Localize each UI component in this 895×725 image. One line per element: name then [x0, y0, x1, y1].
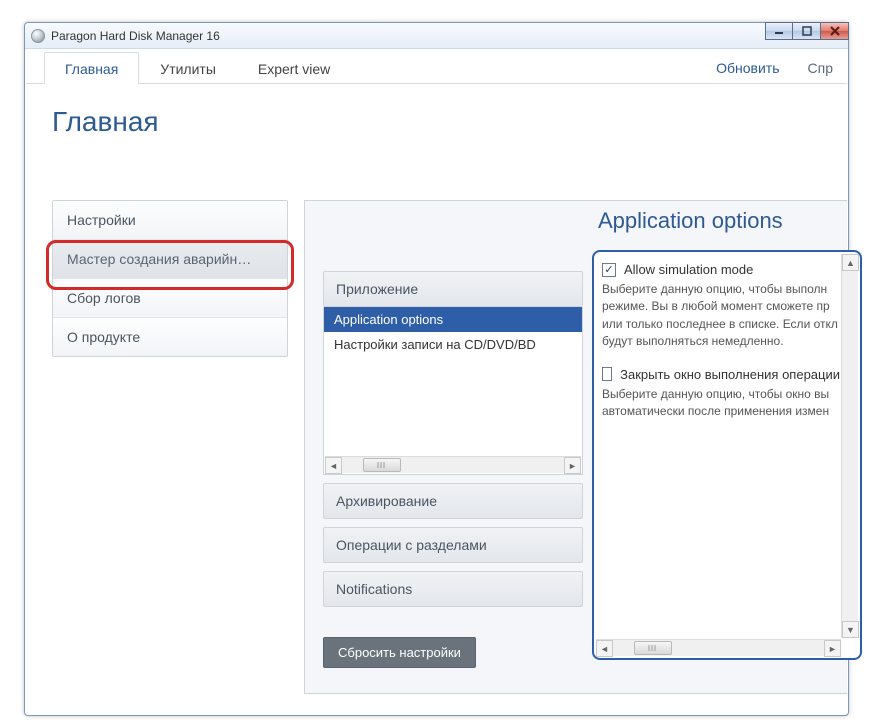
tab-utilities[interactable]: Утилиты	[139, 52, 237, 84]
reset-settings-button[interactable]: Сбросить настройки	[323, 637, 476, 668]
scroll-right-icon[interactable]: ►	[824, 640, 841, 657]
detail-vscrollbar[interactable]: ▲ ▼	[841, 254, 858, 638]
scroll-left-icon[interactable]: ◄	[596, 640, 613, 657]
option-label: Allow simulation mode	[624, 262, 753, 277]
refresh-link[interactable]: Обновить	[702, 52, 793, 83]
window-title: Paragon Hard Disk Manager 16	[51, 29, 220, 43]
tab-strip: Главная Утилиты Expert view Обновить Спр	[26, 50, 847, 84]
option-close-progress: Закрыть окно выполнения операции Выберит…	[602, 367, 840, 421]
detail-panel: ✓ Allow simulation mode Выберите данную …	[592, 250, 862, 660]
section-partitions-header[interactable]: Операции с разделами	[323, 527, 583, 563]
tab-expert[interactable]: Expert view	[237, 52, 351, 84]
app-icon	[31, 29, 45, 43]
section-application: Приложение Application options Настройки…	[323, 271, 583, 475]
option-desc-line: режиме. Вы в любой момент сможете пр	[602, 298, 840, 315]
scroll-left-icon[interactable]: ◄	[325, 457, 342, 474]
nav-item-about[interactable]: О продукте	[53, 318, 287, 356]
option-allow-simulation: ✓ Allow simulation mode Выберите данную …	[602, 262, 840, 351]
page-title: Главная	[52, 106, 847, 138]
help-link[interactable]: Спр	[794, 52, 847, 83]
nav-item-collect-logs[interactable]: Сбор логов	[53, 279, 287, 318]
application-hscrollbar[interactable]: ◄ ►	[325, 456, 581, 473]
section-notifications-header[interactable]: Notifications	[323, 571, 583, 607]
scroll-down-icon[interactable]: ▼	[842, 621, 859, 638]
section-application-body: Application options Настройки записи на …	[323, 307, 583, 475]
detail-hscrollbar[interactable]: ◄ ►	[596, 639, 841, 656]
option-label: Закрыть окно выполнения операции	[620, 367, 840, 382]
checkbox-close-progress[interactable]	[602, 367, 612, 381]
scroll-thumb[interactable]	[363, 458, 401, 472]
section-archiving-header[interactable]: Архивирование	[323, 483, 583, 519]
nav-item-settings[interactable]: Настройки	[53, 201, 287, 240]
nav-item-recovery-wizard[interactable]: Мастер создания аварийн…	[53, 240, 287, 279]
option-desc-line: Выберите данную опцию, чтобы выполн	[602, 281, 840, 298]
option-desc-line: автоматически после применения измен	[602, 403, 840, 420]
left-nav: Настройки Мастер создания аварийн… Сбор …	[52, 200, 288, 357]
row-application-options[interactable]: Application options	[324, 307, 582, 332]
titlebar: Paragon Hard Disk Manager 16	[25, 23, 848, 49]
close-button[interactable]	[821, 22, 849, 40]
section-application-header[interactable]: Приложение	[323, 271, 583, 307]
row-cd-dvd-settings[interactable]: Настройки записи на CD/DVD/BD	[324, 332, 582, 357]
app-window: Paragon Hard Disk Manager 16 Главная Ути…	[24, 22, 849, 716]
option-desc-line: или только последнее в списке. Если откл	[602, 316, 840, 333]
checkbox-allow-simulation[interactable]: ✓	[602, 263, 616, 277]
minimize-button[interactable]	[765, 22, 793, 40]
scroll-right-icon[interactable]: ►	[564, 457, 581, 474]
detail-title: Application options	[598, 208, 783, 234]
option-desc-line: будут выполняться немедленно.	[602, 333, 840, 350]
scroll-up-icon[interactable]: ▲	[842, 254, 859, 271]
tab-main[interactable]: Главная	[44, 52, 139, 84]
option-desc-line: Выберите данную опцию, чтобы окно вы	[602, 386, 840, 403]
scroll-thumb[interactable]	[634, 641, 672, 655]
maximize-button[interactable]	[793, 22, 821, 40]
